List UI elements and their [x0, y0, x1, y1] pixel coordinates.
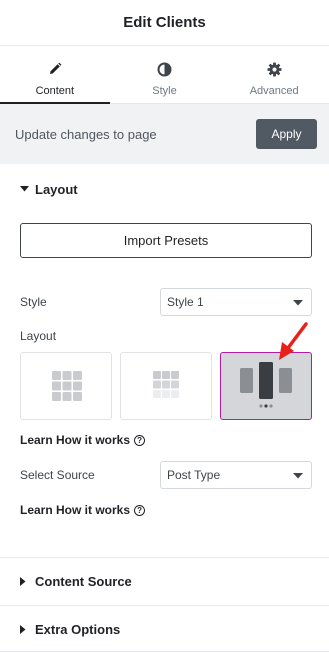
chevron-down-icon	[293, 466, 303, 484]
apply-bar-text: Update changes to page	[15, 126, 157, 142]
page-title: Edit Clients	[123, 14, 206, 31]
tab-content-label: Content	[35, 85, 75, 97]
layout-option-grid[interactable]	[20, 352, 112, 420]
caret-down-icon	[20, 186, 30, 192]
chevron-down-icon	[293, 293, 303, 311]
pencil-icon	[48, 60, 62, 78]
caret-right-icon	[20, 624, 30, 634]
source-select-value: Post Type	[167, 468, 221, 482]
tab-style-label: Style	[152, 85, 177, 97]
style-select-value: Style 1	[167, 295, 204, 309]
panel-header: Edit Clients	[0, 0, 329, 46]
carousel-layout-icon	[238, 362, 294, 415]
style-label: Style	[20, 295, 47, 309]
import-presets-button[interactable]: Import Presets	[20, 223, 312, 258]
tab-advanced[interactable]: Advanced	[219, 46, 329, 103]
tab-style[interactable]: Style	[110, 46, 220, 103]
tab-content[interactable]: Content	[0, 46, 110, 104]
style-select[interactable]: Style 1	[160, 288, 312, 316]
select-source-label: Select Source	[20, 468, 95, 482]
section-layout-title: Layout	[35, 181, 78, 197]
section-content-source-title: Content Source	[35, 574, 132, 589]
layout-label: Layout	[20, 329, 57, 343]
tab-advanced-label: Advanced	[249, 85, 299, 97]
caret-right-icon	[20, 577, 30, 586]
gear-icon	[267, 60, 282, 78]
section-content-source-header[interactable]: Content Source	[0, 558, 329, 605]
source-select[interactable]: Post Type	[160, 461, 312, 489]
help-circle-icon: ?	[134, 504, 146, 516]
grid-layout-icon	[52, 371, 82, 406]
learn-how-it-works-link[interactable]: Learn How it works ?	[20, 503, 146, 517]
apply-button[interactable]: Apply	[256, 119, 317, 149]
contrast-icon	[157, 60, 172, 78]
apply-bar: Update changes to page Apply	[0, 104, 329, 164]
learn-link-label: Learn How it works	[20, 503, 131, 517]
learn-link-label: Learn How it works	[20, 433, 131, 447]
tab-bar: Content Style Advanced	[0, 46, 329, 104]
section-layout-header[interactable]: Layout	[0, 178, 329, 200]
section-extra-options-header[interactable]: Extra Options	[0, 606, 329, 652]
section-extra-options-title: Extra Options	[35, 621, 121, 637]
layout-option-fading-grid[interactable]	[120, 352, 212, 420]
learn-how-it-works-link[interactable]: Learn How it works ?	[20, 433, 146, 447]
help-circle-icon: ?	[134, 434, 146, 446]
red-arrow-icon	[276, 322, 310, 369]
fading-grid-layout-icon	[153, 371, 179, 406]
